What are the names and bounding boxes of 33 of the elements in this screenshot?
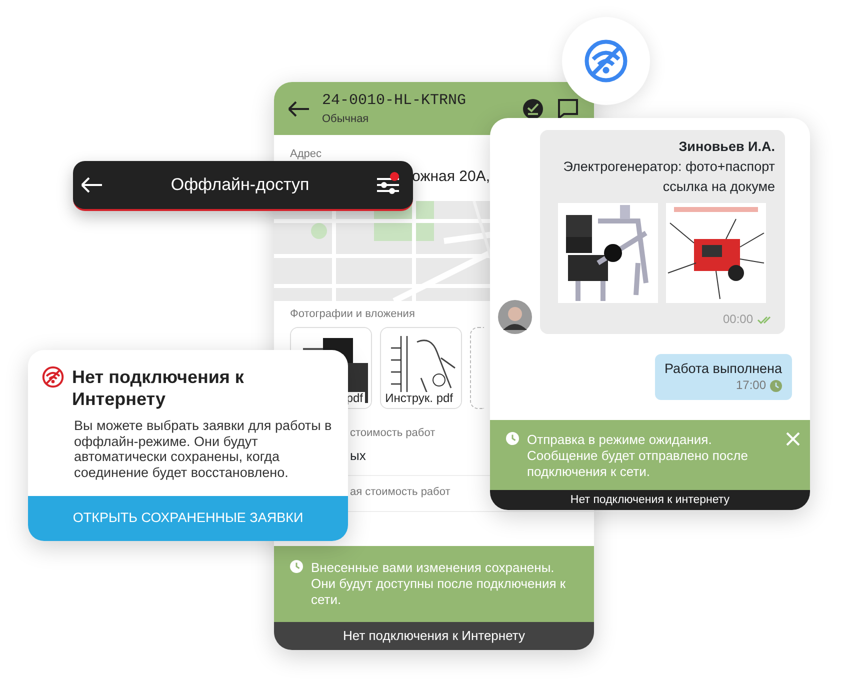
- message-time: 17:00: [736, 377, 766, 394]
- wifi-off-icon: [584, 39, 628, 83]
- toast-text: Внесенные вами изменения сохранены. Они будут доступны после подключения к сети.: [311, 560, 567, 608]
- message-time: 00:00: [722, 311, 753, 328]
- add-tile[interactable]: [470, 327, 484, 409]
- order-subtitle: Обычная: [322, 112, 370, 126]
- author-name: Зиновьев И.А.: [678, 138, 775, 155]
- status-bar: Нет подключения к интернету: [490, 490, 810, 510]
- toast-text: Отправка в режиме ожидания. Сообщение будет отправлено после подключения к сети.: [527, 432, 749, 480]
- avatar: [498, 300, 532, 334]
- check-circle-icon[interactable]: [522, 98, 544, 120]
- back-icon[interactable]: [288, 100, 310, 116]
- wifi-off-icon: [42, 366, 64, 388]
- attachment-tile[interactable]: Инструк. pdf: [380, 327, 462, 409]
- order-title: 24-0010-HL-KTRNG: [322, 92, 468, 110]
- status-bar: Нет подключения к Интернету: [274, 622, 594, 650]
- file-name: Инструк. pdf: [383, 392, 455, 405]
- dialog-title: Нет подключения к Интернету: [72, 366, 245, 410]
- clock-icon: [506, 432, 519, 445]
- message-text: Электрогенератор: фото+паспорт: [562, 158, 775, 175]
- filter-icon[interactable]: [377, 175, 399, 195]
- chat-icon[interactable]: [556, 96, 580, 120]
- field-label: ая стоимость работ: [350, 485, 450, 500]
- screen-title: Оффлайн-доступ: [170, 174, 310, 196]
- field-value: ых: [350, 446, 366, 464]
- clock-icon: [290, 560, 303, 573]
- address-value: ожная 20А,: [412, 168, 490, 186]
- message-text: Работа выполнена: [664, 360, 782, 377]
- section-label: Фотографии и вложения: [290, 308, 415, 320]
- field-label: Адрес: [290, 148, 322, 160]
- dialog-text: Вы можете выбрать заявки для работы в оффлайн-режиме. Они будут автоматически сохранены, когда соединение будет восстановлено.: [73, 418, 333, 480]
- message-text: ссылка на докуме: [662, 178, 775, 195]
- field-label: стоимость работ: [350, 426, 436, 441]
